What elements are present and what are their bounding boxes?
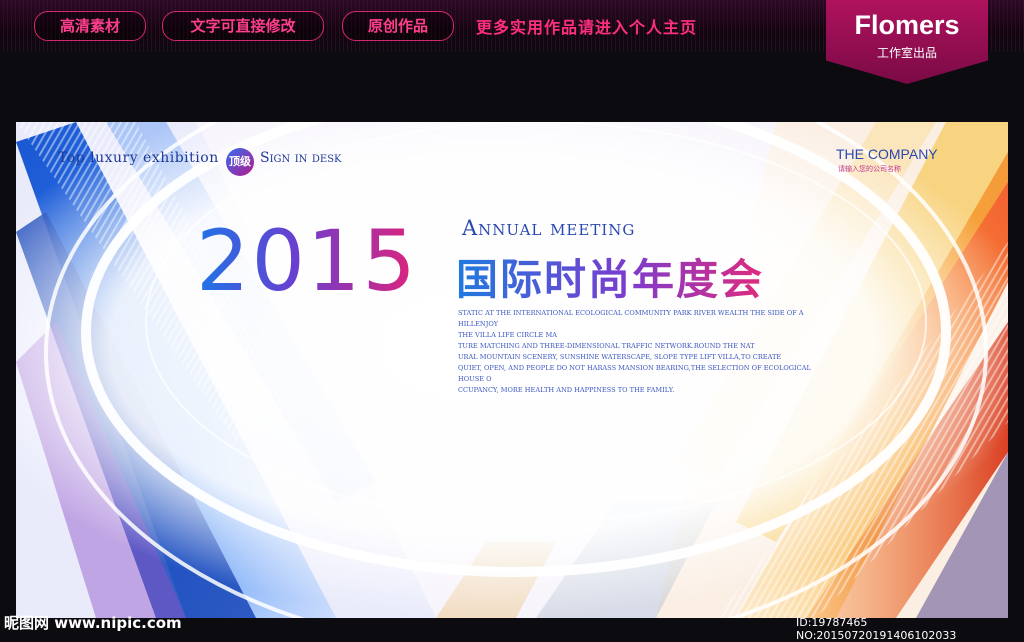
paragraph-line: STATIC AT THE INTERNATIONAL ECOLOGICAL C… [458,309,804,328]
paragraph-line: QUIET, OPEN, AND PEOPLE DO NOT HARASS MA… [458,364,811,383]
pill-editable-text: 文字可直接修改 [162,11,324,41]
company-subtitle: 请输入您的公司名称 [838,165,901,173]
header-tagline: 更多实用作品请进入个人主页 [476,18,698,37]
paragraph-line: URAL MOUNTAIN SCENERY, SUNSHINE WATERSCA… [458,353,782,361]
top-line-left: Top luxury exhibition [58,150,219,166]
pill-original-work: 原创作品 [342,11,454,41]
intro-paragraph: STATIC AT THE INTERNATIONAL ECOLOGICAL C… [458,308,838,396]
chinese-main-title: 国际时尚年度会 [456,246,764,307]
top-line-right: Sign in desk [260,150,342,166]
brand-subtitle: 工作室出品 [876,46,937,60]
paragraph-line: TURE MATCHING AND THREE-DIMENSIONAL TRAF… [458,342,755,350]
watermark-site: 昵图网 www.nipic.com [4,614,182,632]
brand-badge: Flomers 工作室出品 [826,0,988,84]
poster-canvas: Top luxury exhibition 顶级 Sign in desk TH… [16,122,1008,618]
company-name: THE COMPANY [836,146,938,162]
pill-hd-material: 高清素材 [34,11,146,41]
year-title: 2015 [196,212,418,310]
top-badge: 顶级 [226,148,254,176]
brand-name: Flomers [854,10,960,40]
paragraph-line: CCUPANCY, MORE HEALTH AND HAPPINESS TO T… [458,386,675,394]
paragraph-line: THE VILLA LIFE CIRCLE MA [458,331,557,339]
annual-meeting-label: Annual meeting [462,216,636,240]
watermark-id: ID:19787465 NO:20150720191406102033 [796,616,957,642]
